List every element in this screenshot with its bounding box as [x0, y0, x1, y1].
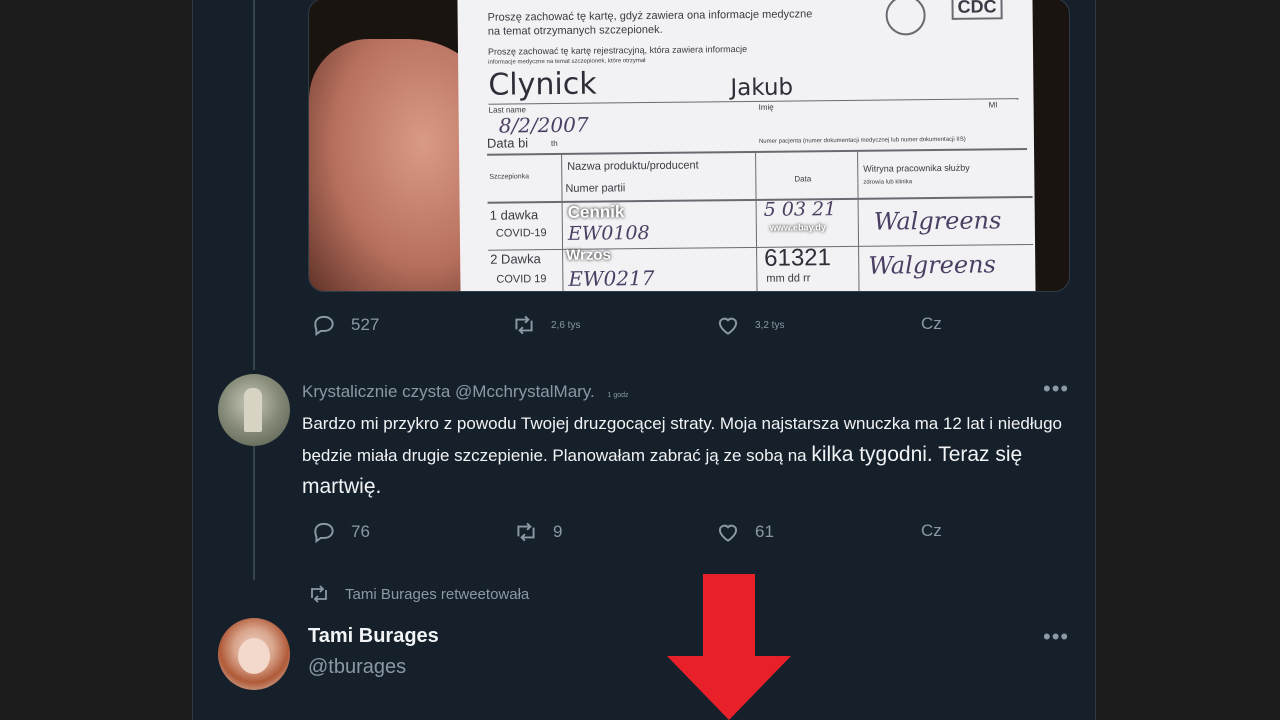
- card-text: Proszę zachować tę kartę, gdyż zawiera o…: [487, 8, 813, 24]
- card-dose1-lot: EW0108: [567, 222, 650, 245]
- retweet-button[interactable]: 2,6 tys: [511, 312, 580, 338]
- card-label: th: [550, 138, 558, 149]
- card-label: Imię: [758, 102, 774, 112]
- vaccination-card: Proszę zachować tę kartę, gdyż zawiera o…: [457, 0, 1036, 291]
- card-last-name: Clynick: [488, 66, 597, 103]
- card-dob: 8/2/2007: [498, 112, 589, 138]
- card-text: na temat otrzymanych szczepionek.: [487, 23, 663, 38]
- more-options-icon[interactable]: •••: [1043, 376, 1069, 402]
- user-handle[interactable]: @tburages: [308, 656, 406, 679]
- retweet-icon: [517, 522, 535, 542]
- reply-count: 76: [351, 522, 370, 541]
- card-dose2-product: Wrzos: [566, 246, 611, 264]
- display-name[interactable]: Tami Burages: [308, 625, 439, 648]
- tweet-author-line[interactable]: Krystalicznie czysta @McchrystalMary. 1 …: [302, 382, 629, 402]
- share-button[interactable]: Cz: [921, 314, 942, 334]
- retweet-button[interactable]: 9: [513, 519, 562, 545]
- avatar[interactable]: [218, 374, 290, 446]
- cdc-logo: CDC: [951, 0, 1003, 20]
- tweet-author[interactable]: Krystalicznie czysta @McchrystalMary.: [302, 382, 595, 401]
- heart-icon: [718, 317, 738, 335]
- reply-count: 527: [351, 315, 380, 334]
- card-column-header: Nazwa produktu/producent: [567, 159, 699, 173]
- reply-button[interactable]: 76: [311, 519, 370, 545]
- card-label: Numer pacjenta (numer dokumentacji medyc…: [758, 136, 966, 145]
- reply-button[interactable]: 527: [311, 312, 379, 338]
- card-dose2-date: 61321: [764, 244, 832, 272]
- card-dose-type: COVID-19: [495, 227, 547, 240]
- card-column-header: zdrowia lub klinika: [863, 179, 913, 186]
- card-dose-label: 1 dawka: [489, 207, 539, 223]
- card-dose1-date: 5 03 21: [763, 198, 837, 221]
- share-label: Cz: [921, 314, 942, 333]
- tweet-media-image[interactable]: Proszę zachować tę kartę, gdyż zawiera o…: [308, 0, 1070, 292]
- retweet-icon: [311, 585, 327, 603]
- card-column-header: Data: [794, 174, 812, 184]
- reply-icon: [314, 522, 334, 544]
- red-arrow-down-icon: [667, 574, 791, 720]
- retweet-icon: [515, 315, 533, 335]
- card-first-name: Jakub: [730, 74, 794, 102]
- retweet-count: 9: [553, 522, 563, 541]
- card-watermark: www.ebay.dy: [769, 222, 826, 233]
- thread-line: [253, 440, 255, 580]
- more-options-icon[interactable]: •••: [1043, 624, 1069, 650]
- statue-figure: [244, 388, 262, 432]
- like-button[interactable]: 3,2 tys: [715, 312, 784, 338]
- card-dose2-site: Walgreens: [868, 250, 996, 280]
- retweet-indicator[interactable]: Tami Burages retweetowała: [307, 582, 529, 606]
- tweet-feed: Proszę zachować tę kartę, gdyż zawiera o…: [192, 0, 1096, 720]
- like-button[interactable]: 61: [715, 519, 774, 545]
- card-dose-label: 2 Dawka: [490, 251, 541, 267]
- hhs-seal-icon: [885, 0, 926, 36]
- share-label: Cz: [921, 521, 942, 540]
- card-label: Data bi: [486, 135, 529, 151]
- card-dose-type: COVID 19: [496, 273, 547, 286]
- card-text: Proszę zachować tę kartę rejestracyjną, …: [487, 43, 748, 57]
- card-dose2-lot: EW0217: [568, 265, 655, 291]
- card-dose1-site: Walgreens: [873, 206, 1002, 236]
- card-column-header: Szczepionka: [489, 173, 530, 181]
- retweet-count: 2,6 tys: [551, 319, 581, 331]
- tweet-text: Bardzo mi przykro z powodu Twojej druzgo…: [302, 408, 1062, 503]
- card-text: informacje medyczne na temat szczepionek…: [488, 58, 646, 66]
- retweeted-by-label: Tami Burages retweetowała: [345, 585, 530, 603]
- reply-icon: [314, 315, 334, 337]
- face: [238, 638, 270, 674]
- tweet-time: 1 godz: [607, 392, 629, 399]
- avatar[interactable]: [218, 618, 290, 690]
- card-column-header: Witryna pracownika służby: [863, 162, 970, 174]
- like-count: 61: [755, 522, 774, 541]
- like-count: 3,2 tys: [755, 319, 785, 331]
- card-column-header: Numer partii: [565, 182, 626, 195]
- card-label: MI: [988, 100, 998, 110]
- card-dose1-product: Cennik: [567, 202, 625, 222]
- share-button[interactable]: Cz: [921, 521, 942, 541]
- thread-line: [253, 0, 255, 370]
- card-label: mm dd rr: [766, 272, 811, 285]
- heart-icon: [718, 524, 738, 542]
